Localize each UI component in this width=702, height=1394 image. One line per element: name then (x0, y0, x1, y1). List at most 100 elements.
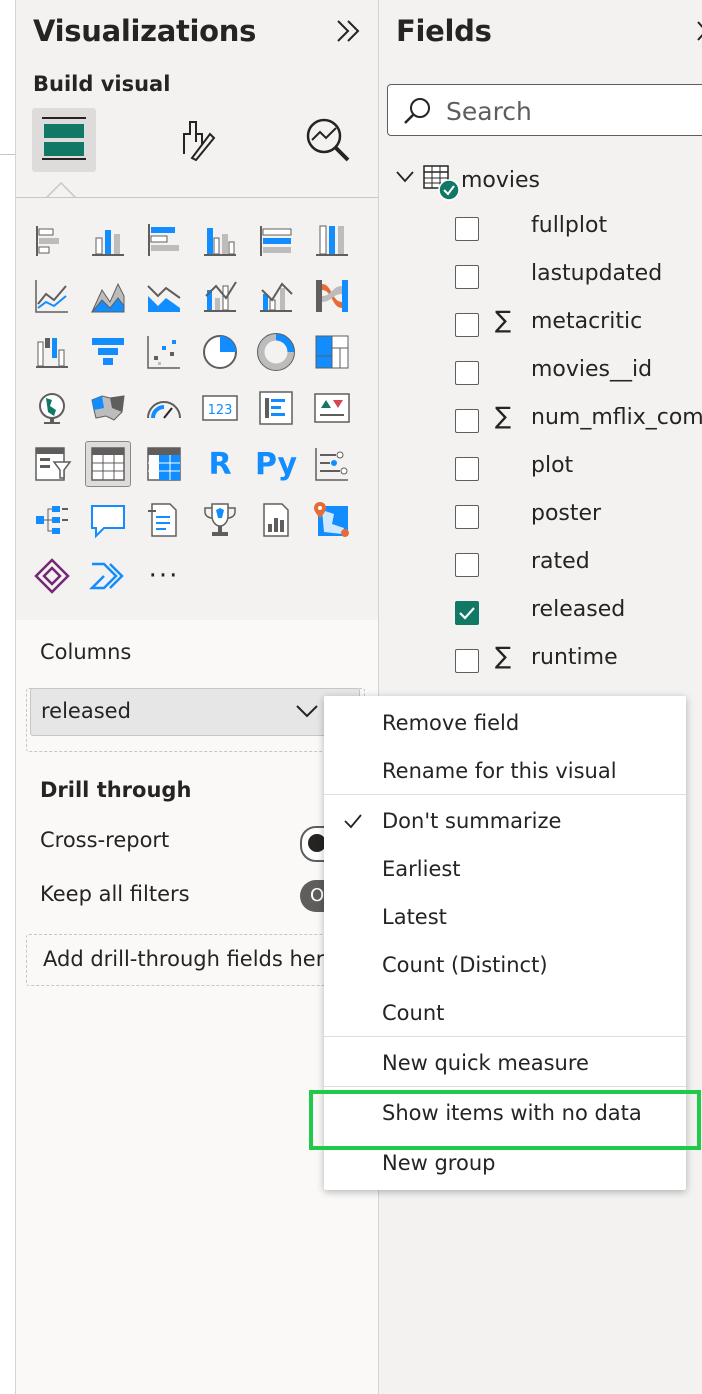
checkbox[interactable] (455, 409, 479, 433)
toggle-on-text: O (310, 885, 325, 906)
filled-map-icon[interactable] (86, 386, 130, 430)
qa-speech-bubble-icon[interactable] (86, 498, 130, 542)
scatter-chart-icon[interactable] (142, 330, 186, 374)
key-influencers-icon[interactable] (310, 442, 354, 486)
paginated-report-icon[interactable] (254, 498, 298, 542)
line-and-stacked-column-icon[interactable] (198, 274, 242, 318)
fields-search-box[interactable] (387, 84, 702, 136)
checkbox[interactable] (455, 553, 479, 577)
menu-item[interactable]: Count (324, 990, 686, 1038)
menu-item[interactable]: New quick measure (324, 1040, 686, 1088)
checkbox-checked[interactable] (455, 601, 479, 625)
menu-item[interactable]: Earliest (324, 846, 686, 894)
table-name: movies (461, 168, 541, 193)
table-movies[interactable]: movies (393, 160, 693, 201)
menu-item[interactable]: Don't summarize (324, 798, 686, 846)
field-item[interactable]: fullplot (379, 204, 702, 252)
menu-item[interactable]: Rename for this visual (324, 748, 686, 796)
checkbox[interactable] (455, 217, 479, 241)
menu-item-label: Count (Distinct) (382, 953, 548, 977)
paintbrush-icon (183, 121, 216, 162)
menu-item[interactable]: Latest (324, 894, 686, 942)
stacked-area-chart-icon[interactable] (142, 274, 186, 318)
checkmark-icon (459, 607, 475, 620)
search-input[interactable] (444, 93, 698, 129)
power-automate-icon[interactable] (86, 554, 130, 598)
table-visual-icon (42, 117, 86, 160)
checkbox[interactable] (455, 505, 479, 529)
decomposition-tree-icon[interactable] (30, 498, 74, 542)
analytics-tab[interactable] (296, 108, 360, 172)
r-visual-icon[interactable]: R (198, 442, 242, 486)
treemap-icon[interactable] (310, 330, 354, 374)
collapse-pane-icon[interactable] (334, 14, 364, 48)
keep-all-filters-label: Keep all filters (40, 882, 190, 906)
azure-map-icon[interactable] (310, 498, 354, 542)
chevron-down-icon[interactable] (395, 170, 415, 184)
sigma-icon: ∑ (495, 402, 512, 430)
matrix-icon[interactable] (142, 442, 186, 486)
multi-row-card-icon[interactable] (254, 386, 298, 430)
checkbox[interactable] (455, 265, 479, 289)
slicer-icon[interactable] (30, 442, 74, 486)
100-stacked-bar-chart-icon[interactable] (254, 218, 298, 262)
checkbox[interactable] (455, 313, 479, 337)
clustered-column-chart-icon[interactable] (198, 218, 242, 262)
search-icon (404, 98, 430, 124)
field-item[interactable]: rated (379, 540, 702, 588)
ribbon-chart-icon[interactable] (310, 274, 354, 318)
table-icon[interactable] (85, 441, 131, 487)
menu-item[interactable]: Count (Distinct) (324, 942, 686, 990)
funnel-icon[interactable] (86, 330, 130, 374)
drill-through-drop-zone[interactable]: Add drill-through fields here (26, 934, 365, 986)
column-field-pill[interactable]: released (30, 688, 360, 736)
checkbox[interactable] (455, 457, 479, 481)
field-item[interactable]: ∑ num_mflix_com... (379, 396, 702, 444)
card-icon[interactable]: 123 (198, 386, 242, 430)
format-visual-tab[interactable] (164, 108, 228, 172)
clustered-bar-chart-icon[interactable] (142, 218, 186, 262)
menu-item-label: New quick measure (382, 1051, 589, 1075)
chevron-down-icon[interactable] (295, 701, 319, 721)
menu-item-label: Count (382, 1001, 445, 1025)
field-name: movies__id (531, 357, 653, 382)
field-item[interactable]: poster (379, 492, 702, 540)
smart-narrative-icon[interactable] (142, 498, 186, 542)
menu-item[interactable]: Remove field (324, 700, 686, 748)
field-item[interactable]: movies__id (379, 348, 702, 396)
stacked-bar-chart-icon[interactable] (30, 218, 74, 262)
menu-item-label: Earliest (382, 857, 461, 881)
goals-trophy-icon[interactable] (198, 498, 242, 542)
stacked-column-chart-icon[interactable] (86, 218, 130, 262)
checkbox[interactable] (455, 649, 479, 673)
field-item[interactable]: lastupdated (379, 252, 702, 300)
fields-title: Fields (396, 14, 492, 48)
menu-item-label: Latest (382, 905, 447, 929)
tab-divider (16, 197, 378, 198)
kpi-icon[interactable] (310, 386, 354, 430)
field-item[interactable]: ∑ metacritic (379, 300, 702, 348)
build-visual-tab[interactable] (32, 108, 96, 172)
sigma-icon: ∑ (495, 642, 512, 670)
100-stacked-column-chart-icon[interactable] (310, 218, 354, 262)
line-chart-icon[interactable] (30, 274, 74, 318)
more-visuals-icon[interactable]: ··· (142, 554, 186, 598)
field-item[interactable]: plot (379, 444, 702, 492)
more-visuals-label: ··· (148, 561, 180, 591)
field-item[interactable]: ∑ runtime (379, 636, 702, 684)
line-and-clustered-column-icon[interactable] (254, 274, 298, 318)
pie-chart-icon[interactable] (198, 330, 242, 374)
python-visual-icon[interactable]: Py (254, 442, 298, 486)
drill-through-title: Drill through (40, 778, 192, 802)
area-chart-icon[interactable] (86, 274, 130, 318)
waterfall-chart-icon[interactable] (30, 330, 74, 374)
cross-report-label: Cross-report (40, 828, 170, 852)
power-apps-icon[interactable] (30, 554, 74, 598)
field-item[interactable]: released (379, 588, 702, 636)
close-pane-icon[interactable] (694, 14, 702, 48)
field-name: released (531, 597, 626, 622)
gauge-icon[interactable] (142, 386, 186, 430)
donut-chart-icon[interactable] (254, 330, 298, 374)
checkbox[interactable] (455, 361, 479, 385)
map-globe-icon[interactable] (30, 386, 74, 430)
